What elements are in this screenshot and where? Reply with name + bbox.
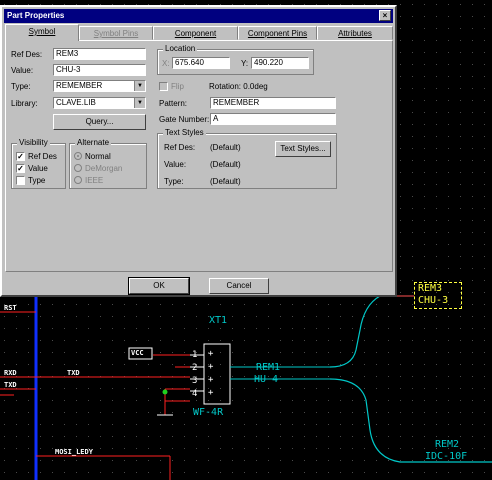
close-icon: × [382, 11, 388, 20]
net-rst-label: RST [4, 304, 17, 312]
visibility-type-label: Type [28, 176, 46, 185]
tab-symbol-pins[interactable]: Symbol Pins [79, 26, 153, 40]
rem1-ref-label[interactable]: REM1 [256, 362, 280, 373]
tab-symbol-label: Symbol [28, 27, 56, 36]
location-group: Location X: 675.640 Y: 490.220 [157, 44, 314, 75]
query-button[interactable]: Query... [53, 114, 146, 130]
rem2-ref-label[interactable]: REM2 [435, 439, 459, 450]
xt1-ref-label[interactable]: XT1 [209, 315, 227, 326]
text-style-type-value: (Default) [210, 177, 241, 186]
value-label: Value: [11, 66, 34, 75]
close-button[interactable]: × [379, 10, 391, 21]
tab-attributes-label: Attributes [338, 29, 372, 38]
dialog-title: Part Properties [7, 11, 65, 20]
net-mosi-label: MOSI_LEDY [55, 448, 93, 456]
xt1-pin-3: 3 [192, 376, 198, 386]
type-combo-value: REMEMBER [56, 81, 103, 90]
flip-label: Flip [171, 82, 184, 91]
xt1-pin-2: 2 [192, 363, 198, 373]
rem1-value-label[interactable]: HU-4 [254, 374, 278, 385]
gate-number-label: Gate Number: [159, 115, 210, 124]
alternate-ieee-label: IEEE [85, 176, 104, 185]
visibility-value-label: Value [28, 164, 48, 173]
cyan-rem2-curve [329, 378, 492, 463]
ref-des-label: Ref Des: [11, 50, 43, 59]
text-style-value-label: Value: [164, 160, 187, 169]
type-combo[interactable]: REMEMBER ▼ [53, 80, 146, 92]
symbol-tab-panel: Ref Des: REM3 Value: CHU-3 Type: REMEMBE… [5, 40, 393, 272]
tab-component-pins[interactable]: Component Pins [238, 26, 317, 40]
tab-component[interactable]: Component [153, 26, 238, 40]
gate-number-field[interactable]: A [210, 113, 336, 125]
alternate-demorgan-radio[interactable] [74, 164, 82, 172]
xt1-mark-2: + [208, 362, 214, 372]
xt1-mark-3: + [208, 375, 214, 385]
text-styles-button[interactable]: Text Styles... [275, 141, 331, 157]
tab-attributes[interactable]: Attributes [317, 26, 393, 40]
tab-component-pins-label: Component Pins [247, 29, 308, 38]
ok-button[interactable]: OK [128, 277, 190, 295]
visibility-type-checkbox[interactable] [16, 176, 25, 185]
alternate-normal-label: Normal [85, 152, 111, 161]
rem2-value-label[interactable]: IDC-10F [425, 451, 467, 462]
pattern-field[interactable]: REMEMBER [210, 97, 336, 109]
text-style-value-value: (Default) [210, 160, 241, 169]
net-rxd-label: RXD [4, 369, 17, 377]
text-style-ref-des-label: Ref Des: [164, 143, 196, 152]
net-txd-label: TXD [67, 369, 80, 377]
xt1-mark-1: + [208, 349, 214, 359]
visibility-ref-des-label: Ref Des [28, 152, 57, 161]
flip-checkbox[interactable] [159, 82, 168, 91]
alternate-ieee-radio[interactable] [74, 176, 82, 184]
text-styles-group: Text Styles Ref Des: (Default) Value: (D… [157, 128, 337, 189]
junction-dot [162, 389, 168, 395]
visibility-group: Visibility ✓ Ref Des ✓ Value Type [11, 138, 66, 189]
library-combo-value: CLAVE.LIB [56, 98, 96, 107]
cancel-button[interactable]: Cancel [209, 278, 269, 294]
visibility-group-title: Visibility [17, 138, 50, 147]
rotation-label: Rotation: 0.0deg [209, 82, 268, 91]
tab-symbol-pins-label: Symbol Pins [93, 29, 139, 38]
rem3-ref-label[interactable]: REM3 [418, 283, 442, 294]
location-y-label: Y: [241, 59, 249, 68]
tab-symbol[interactable]: Symbol [5, 24, 79, 41]
xt1-mark-4: + [208, 388, 214, 398]
alternate-group-title: Alternate [75, 138, 112, 147]
chevron-down-icon[interactable]: ▼ [134, 81, 145, 91]
net-txd-left-label: TXD [4, 381, 17, 389]
alternate-group: Alternate Normal DeMorgan IEEE [69, 138, 147, 189]
text-style-type-label: Type: [164, 177, 184, 186]
library-label: Library: [11, 99, 38, 108]
xt1-pin-4: 4 [192, 389, 198, 399]
vcc-port-label[interactable]: VCC [131, 349, 144, 357]
alternate-normal-radio[interactable] [74, 152, 82, 160]
text-style-ref-des-value: (Default) [210, 143, 241, 152]
pattern-label: Pattern: [159, 99, 188, 108]
type-label: Type: [11, 82, 31, 91]
cyan-rem1-curve [329, 295, 414, 368]
visibility-ref-des-checkbox[interactable]: ✓ [16, 152, 25, 161]
value-field[interactable]: CHU-3 [53, 64, 146, 76]
location-x-field[interactable]: 675.640 [172, 57, 230, 69]
xt1-pin-1: 1 [192, 350, 198, 360]
alternate-demorgan-label: DeMorgan [85, 164, 123, 173]
location-x-label: X: [162, 59, 170, 68]
chevron-down-icon[interactable]: ▼ [134, 98, 145, 108]
library-combo[interactable]: CLAVE.LIB ▼ [53, 97, 146, 109]
location-y-field[interactable]: 490.220 [251, 57, 309, 69]
text-styles-group-title: Text Styles [163, 128, 206, 137]
rem3-value-label[interactable]: CHU-3 [418, 295, 448, 306]
xt1-value-label[interactable]: WF-4R [193, 407, 223, 418]
visibility-value-checkbox[interactable]: ✓ [16, 164, 25, 173]
dialog-titlebar[interactable]: Part Properties × [4, 9, 393, 23]
part-properties-dialog: Part Properties × Symbol Symbol Pins Com… [0, 5, 397, 297]
ref-des-field[interactable]: REM3 [53, 48, 146, 60]
location-group-title: Location [163, 44, 198, 53]
tab-component-label: Component [174, 29, 217, 38]
